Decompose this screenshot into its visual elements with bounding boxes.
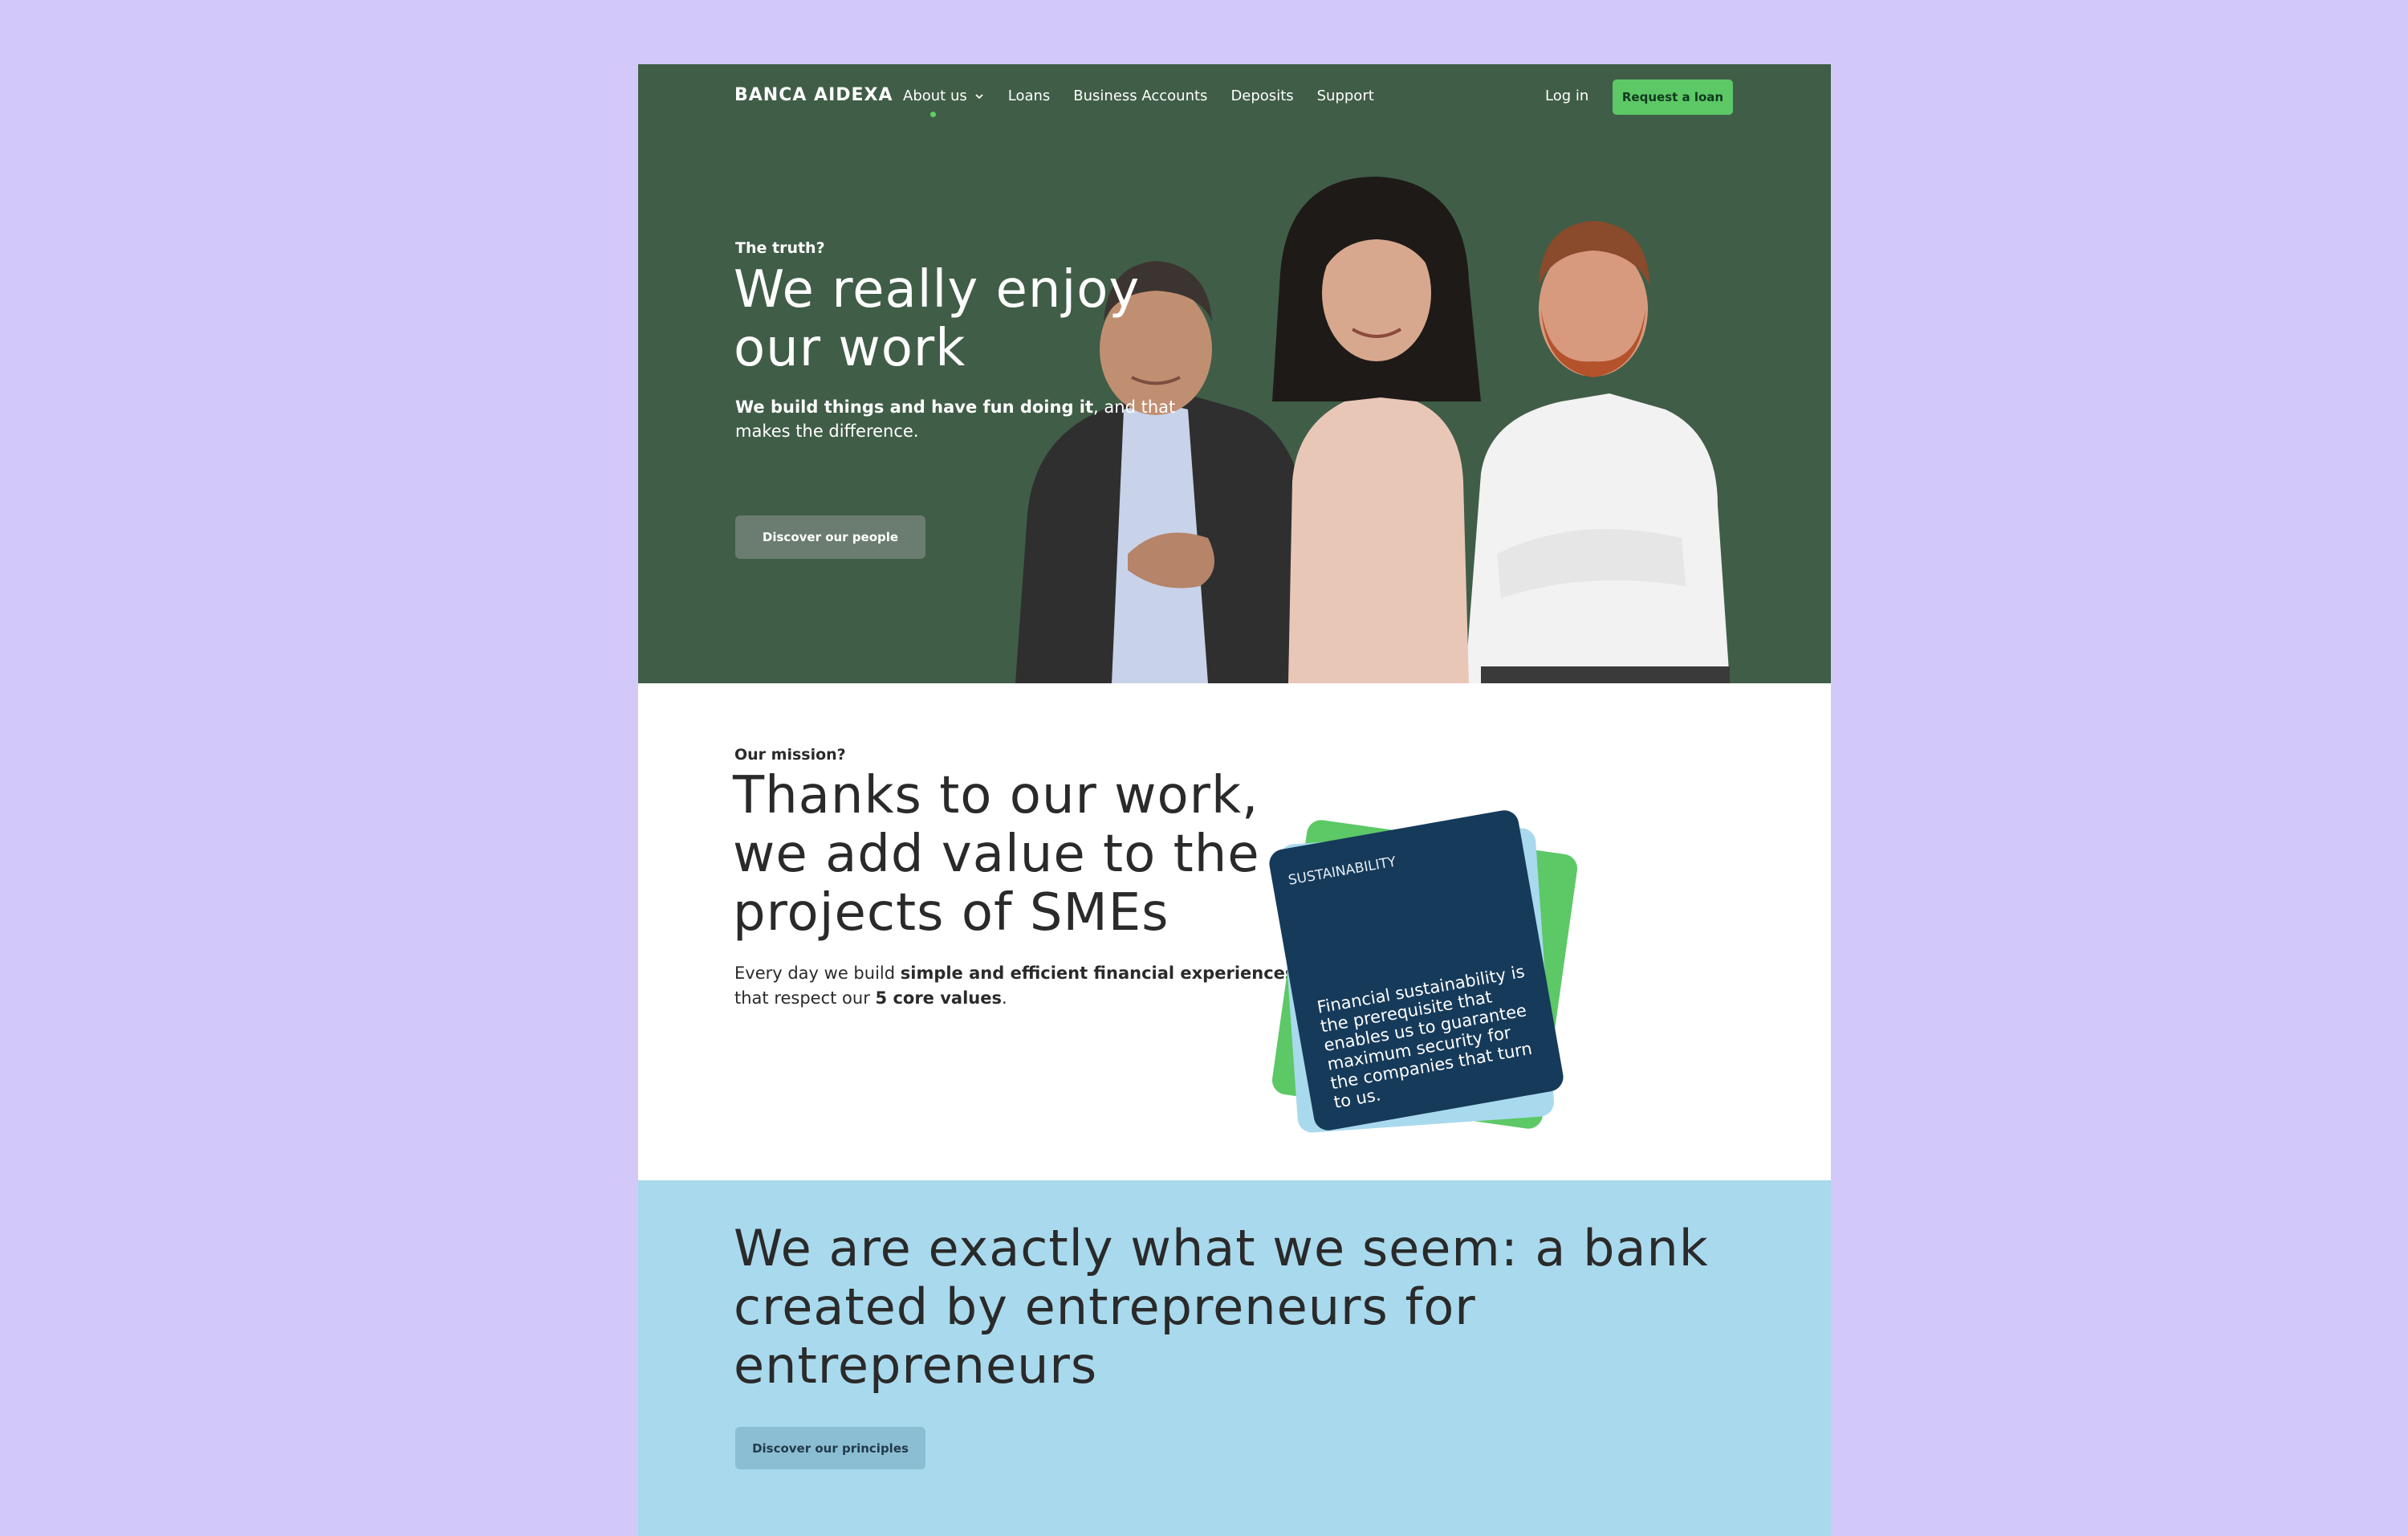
value-card-label: SUSTAINABILITY (1287, 854, 1397, 889)
mission-subtitle: Every day we build simple and efficient … (734, 961, 1296, 1011)
mission-sub-text: that respect our (734, 988, 876, 1008)
nav-item-label: About us (903, 88, 967, 104)
nav-item-loans[interactable]: Loans (1008, 88, 1051, 104)
top-nav: BANCA AIDEXA About us Loans Business Acc… (638, 64, 1831, 128)
page: BANCA AIDEXA About us Loans Business Acc… (638, 64, 1831, 1536)
principles-title: We are exactly what we seem: a bank crea… (734, 1219, 1709, 1395)
login-link[interactable]: Log in (1545, 88, 1588, 104)
hero-title: We really enjoy our work (734, 260, 1141, 378)
nav-item-support[interactable]: Support (1317, 88, 1374, 104)
hero-section: BANCA AIDEXA About us Loans Business Acc… (638, 64, 1831, 683)
nav-item-label: Support (1316, 88, 1374, 104)
mission-title: Thanks to our work, we add value to the … (733, 766, 1260, 943)
nav-item-label: Loans (1007, 88, 1051, 104)
hero-subtitle: We build things and have fun doing it, a… (735, 395, 1185, 443)
discover-people-button[interactable]: Discover our people (735, 515, 925, 559)
active-indicator (930, 112, 936, 117)
person-center (1272, 177, 1481, 683)
person-right (1465, 221, 1730, 683)
nav-item-business-accounts[interactable]: Business Accounts (1073, 88, 1207, 104)
nav-item-deposits[interactable]: Deposits (1230, 88, 1293, 104)
mission-sub-bold: simple and efficient financial experienc… (900, 964, 1296, 983)
value-card[interactable]: SUSTAINABILITY Financial sustainability … (1267, 808, 1566, 1133)
mission-sub-bold: 5 core values (875, 988, 1002, 1008)
mission-sub-text: . (1002, 988, 1007, 1008)
mission-eyebrow: Our mission? (734, 746, 846, 764)
nav-item-label: Business Accounts (1073, 88, 1208, 104)
mission-sub-text: Every day we build (734, 964, 901, 983)
nav-links: About us Loans Business Accounts Deposit… (903, 88, 1374, 117)
hero-subtitle-bold: We build things and have fun doing it (735, 397, 1094, 417)
request-loan-button[interactable]: Request a loan (1613, 79, 1733, 115)
chevron-down-icon (975, 93, 983, 99)
value-card-stack[interactable]: SUSTAINABILITY Financial sustainability … (1256, 804, 1580, 1149)
principles-section: We are exactly what we seem: a bank crea… (638, 1180, 1831, 1536)
value-card-text: Financial sustainability is the prerequi… (1316, 961, 1534, 1113)
discover-principles-button[interactable]: Discover our principles (735, 1427, 925, 1469)
nav-item-label: Deposits (1230, 88, 1294, 104)
nav-item-about-us[interactable]: About us (903, 88, 985, 117)
logo[interactable]: BANCA AIDEXA (734, 85, 893, 105)
mission-section: Our mission? Thanks to our work, we add … (638, 683, 1831, 1180)
hero-eyebrow: The truth? (735, 239, 825, 257)
